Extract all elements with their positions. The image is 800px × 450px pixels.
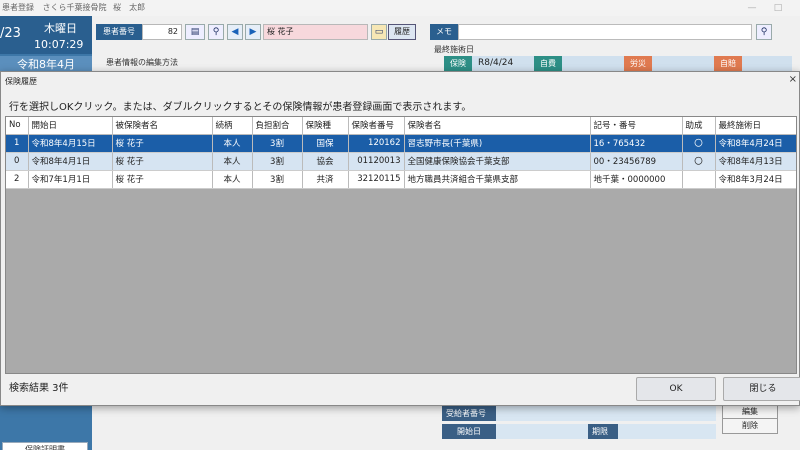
close-button[interactable]: 閉じる: [723, 377, 800, 401]
cell-burden: 3割: [252, 170, 303, 189]
cell-insured-name: 桜 花子: [112, 134, 213, 153]
dialog-title: 保険履歴: [5, 77, 37, 86]
col-header[interactable]: 記号・番号: [590, 117, 683, 135]
cell-relation: 本人: [212, 134, 253, 153]
delete-button[interactable]: 削除: [722, 418, 778, 434]
col-header[interactable]: 最終施術日: [715, 117, 796, 135]
clinic-name: さくら千葉接骨院: [42, 3, 107, 12]
col-header[interactable]: 保険者名: [404, 117, 591, 135]
close-icon[interactable]: ×: [789, 74, 797, 85]
cell-start-date: 令和8年4月1日: [28, 152, 113, 171]
card-icon[interactable]: ▤: [185, 24, 205, 40]
cell-relation: 本人: [212, 170, 253, 189]
tag-self-pay: 自費: [534, 56, 562, 71]
history-button[interactable]: 履歴: [388, 24, 416, 40]
table-row[interactable]: 1 令和8年4月15日 桜 花子 本人 3割 国保 120162 習志野市長(千…: [6, 134, 796, 153]
cell-symbol-number: 16・765432: [590, 134, 683, 153]
cell-start-date: 令和7年1月1日: [28, 170, 113, 189]
tag-workers-comp: 労災: [624, 56, 652, 71]
cell-last-visit: 令和8年4月24日: [715, 134, 796, 153]
dialog-instruction: 行を選択しOKクリック。または、ダブルクリックするとその保険情報が患者登録画面で…: [9, 102, 472, 113]
cell-insurance-type: 国保: [302, 134, 349, 153]
search-icon[interactable]: ⚲: [208, 24, 224, 40]
recipient-no-field[interactable]: [496, 406, 716, 421]
memo-field[interactable]: [458, 24, 752, 40]
self-pay-value: [562, 56, 624, 71]
tag-insurance: 保険: [444, 56, 472, 71]
next-patient-icon[interactable]: ▶: [245, 24, 261, 40]
patient-no-label: 患者番号: [96, 24, 142, 40]
clock: 10:07:29: [34, 38, 84, 51]
cell-burden: 3割: [252, 152, 303, 171]
cell-subsidy: 〇: [682, 134, 716, 153]
ok-button[interactable]: OK: [636, 377, 716, 401]
cell-symbol-number: 00・23456789: [590, 152, 683, 171]
period-label: 期限: [588, 424, 618, 439]
col-header[interactable]: 開始日: [28, 117, 113, 135]
col-header[interactable]: 続柄: [212, 117, 253, 135]
cell-insurer-no: 120162: [348, 134, 405, 153]
memo-search-icon[interactable]: ⚲: [756, 24, 772, 40]
cell-insurance-type: 共済: [302, 170, 349, 189]
start-date-label: 開始日: [442, 424, 496, 439]
col-header[interactable]: No: [6, 117, 29, 135]
last-visit-label: 最終施術日: [434, 45, 474, 54]
cell-subsidy: 〇: [682, 152, 716, 171]
auto-insurance-value: [742, 56, 792, 71]
minimize-button[interactable]: —: [742, 0, 762, 16]
cell-insurer-no: 01120013: [348, 152, 405, 171]
cell-last-visit: 令和8年3月24日: [715, 170, 796, 189]
cell-symbol-number: 地千葉・0000000: [590, 170, 683, 189]
cell-burden: 3割: [252, 134, 303, 153]
cell-no: 2: [6, 170, 29, 189]
cell-no: 1: [6, 134, 29, 153]
history-table: No 開始日 被保険者名 続柄 負担割合 保険種 保険者番号 保険者名 記号・番…: [6, 117, 796, 189]
period-field[interactable]: [618, 424, 716, 439]
history-grid: No 開始日 被保険者名 続柄 負担割合 保険種 保険者番号 保険者名 記号・番…: [5, 116, 797, 374]
cell-subsidy: [682, 170, 716, 189]
cell-insurer-name: 習志野市長(千葉県): [404, 134, 591, 153]
col-header[interactable]: 保険者番号: [348, 117, 405, 135]
col-header[interactable]: 負担割合: [252, 117, 303, 135]
date-day: /23: [0, 26, 21, 41]
cell-start-date: 令和8年4月15日: [28, 134, 113, 153]
cell-no: 0: [6, 152, 29, 171]
table-row[interactable]: 0 令和8年4月1日 桜 花子 本人 3割 協会 01120013 全国健康保険…: [6, 152, 796, 171]
cell-insurer-name: 地方職員共済組合千葉県支部: [404, 170, 591, 189]
cell-insurer-name: 全国健康保険協会千葉支部: [404, 152, 591, 171]
app-name: 患者登録: [2, 3, 34, 12]
folder-icon[interactable]: ▭: [371, 24, 387, 40]
memo-label: メモ: [430, 24, 458, 40]
search-result-count: 検索結果 3件: [9, 383, 69, 394]
insurance-history-dialog: 保険履歴 × 行を選択しOKクリック。または、ダブルクリックするとその保険情報が…: [0, 71, 800, 406]
workers-comp-value: [652, 56, 714, 71]
cell-relation: 本人: [212, 152, 253, 171]
user-name: 桜 太郎: [113, 3, 146, 12]
insurance-certificate-button[interactable]: 保険証明書: [2, 442, 88, 450]
recipient-no-label: 受給者番号: [442, 406, 496, 421]
cell-insured-name: 桜 花子: [112, 170, 213, 189]
patient-name-field[interactable]: 桜 花子: [263, 24, 368, 40]
app-titlebar: 患者登録 さくら千葉接骨院 桜 太郎 — □: [0, 0, 800, 16]
cell-insured-name: 桜 花子: [112, 152, 213, 171]
table-row[interactable]: 2 令和7年1月1日 桜 花子 本人 3割 共済 32120115 地方職員共済…: [6, 170, 796, 189]
date-box: /23 木曜日 10:07:29: [0, 16, 92, 54]
tag-auto-insurance: 自賠: [714, 56, 742, 71]
maximize-button[interactable]: □: [768, 0, 788, 16]
last-visit-value: R8/4/24: [472, 56, 534, 71]
start-date-field[interactable]: [496, 424, 588, 439]
col-header[interactable]: 保険種: [302, 117, 349, 135]
cell-insurer-no: 32120115: [348, 170, 405, 189]
patient-no-field[interactable]: 82: [142, 24, 182, 40]
prev-patient-icon[interactable]: ◀: [227, 24, 243, 40]
cell-last-visit: 令和8年4月13日: [715, 152, 796, 171]
table-header-row: No 開始日 被保険者名 続柄 負担割合 保険種 保険者番号 保険者名 記号・番…: [6, 117, 796, 135]
edit-method-label: 患者情報の編集方法: [106, 58, 178, 67]
weekday: 木曜日: [44, 22, 77, 35]
col-header[interactable]: 助成: [682, 117, 716, 135]
col-header[interactable]: 被保険者名: [112, 117, 213, 135]
cell-insurance-type: 協会: [302, 152, 349, 171]
